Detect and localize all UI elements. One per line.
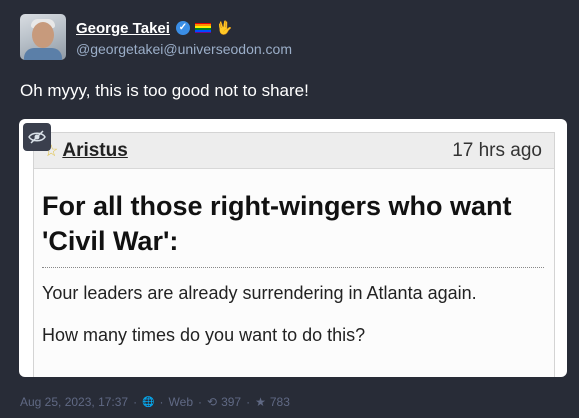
- embedded-post-screenshot: ☆ Aristus 17 hrs ago For all those right…: [33, 132, 555, 377]
- embedded-post-line-2: How many times do you want to do this?: [42, 325, 366, 345]
- status-timestamp[interactable]: Aug 25, 2023, 17:37: [20, 395, 128, 409]
- eye-slash-icon: [28, 130, 46, 144]
- meta-separator: ·: [246, 395, 251, 409]
- avatar-shirt: [24, 48, 62, 60]
- globe-icon: 🌐: [142, 396, 155, 408]
- display-name[interactable]: George Takei: [76, 20, 170, 37]
- hide-media-button[interactable]: [23, 123, 51, 151]
- embedded-author: ☆ Aristus: [44, 140, 128, 162]
- avatar-face: [32, 22, 54, 48]
- embedded-author-name: Aristus: [62, 139, 128, 161]
- meta-separator: ·: [198, 395, 203, 409]
- embedded-divider: [42, 267, 544, 268]
- pride-flag-icon: [194, 22, 211, 34]
- application-name: Web: [168, 395, 194, 409]
- boost-count[interactable]: 397: [221, 395, 241, 409]
- embedded-post-line-1: Your leaders are already surrendering in…: [42, 283, 477, 303]
- media-attachment[interactable]: ☆ Aristus 17 hrs ago For all those right…: [19, 119, 567, 377]
- avatar[interactable]: [20, 14, 66, 60]
- embedded-title-line-2: 'Civil War':: [42, 226, 179, 256]
- embedded-post-header: ☆ Aristus 17 hrs ago: [34, 133, 554, 169]
- account-handle[interactable]: @georgetakei@universeodon.com: [76, 41, 292, 57]
- embedded-post-title: For all those right-wingers who want 'Ci…: [42, 189, 554, 259]
- favourite-icon: ★: [255, 395, 266, 409]
- status-meta: Aug 25, 2023, 17:37 · 🌐 · Web · ⟲ 397 · …: [20, 395, 290, 409]
- meta-separator: ·: [133, 395, 138, 409]
- boost-icon: ⟲: [207, 395, 218, 409]
- embedded-post-time: 17 hrs ago: [452, 139, 542, 161]
- embedded-title-line-1: For all those right-wingers who want: [42, 191, 512, 221]
- author-info: George Takei ✓ 🖖 @georgetakei@universeod…: [76, 17, 292, 58]
- status-header: George Takei ✓ 🖖 @georgetakei@universeod…: [20, 14, 292, 60]
- verified-icon: ✓: [175, 21, 190, 35]
- favourite-count[interactable]: 783: [270, 395, 290, 409]
- display-name-row: George Takei ✓ 🖖: [76, 17, 292, 39]
- status-text: Oh myyy, this is too good not to share!: [20, 81, 309, 100]
- meta-separator: ·: [159, 395, 164, 409]
- vulcan-salute-icon: 🖖: [215, 20, 233, 35]
